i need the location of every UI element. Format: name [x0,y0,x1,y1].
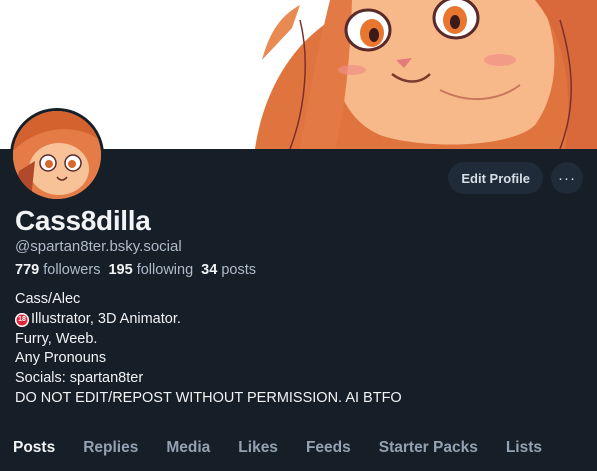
bio-line: 18 Illustrator, 3D Animator. [15,310,402,330]
tab-starter-packs[interactable]: Starter Packs [379,428,478,471]
tab-feeds[interactable]: Feeds [306,428,351,471]
posts-stat: 34 posts [201,262,256,278]
following-count: 195 [108,262,133,278]
following-stat[interactable]: 195 following [108,262,193,278]
tab-replies[interactable]: Replies [83,428,138,471]
profile-handle: @spartan8ter.bsky.social [15,238,182,255]
followers-label: followers [43,262,101,278]
profile-actions: Edit Profile ··· [448,162,583,194]
following-label: following [136,262,194,278]
bio-line: Any Pronouns [15,350,107,367]
followers-stat[interactable]: 779 followers [15,262,100,278]
avatar-image [13,111,101,199]
edit-profile-button[interactable]: Edit Profile [448,162,543,194]
more-options-button[interactable]: ··· [551,162,583,194]
followers-count: 779 [15,262,40,278]
display-name: Cass8dilla [15,205,151,236]
no-under-18-icon: 18 [15,312,29,327]
tab-lists[interactable]: Lists [506,428,542,471]
profile-stats: 779 followers 195 following 34 posts [15,262,256,278]
bio-line: DO NOT EDIT/REPOST WITHOUT PERMISSION. A… [15,389,402,406]
profile-tabs: Posts Replies Media Likes Feeds Starter … [0,428,597,471]
profile-bio: Cass/Alec 18 Illustrator, 3D Animator. Fu… [15,290,402,409]
bio-line-text: Illustrator, 3D Animator. [31,310,181,327]
bio-line: Socials: spartan8ter [15,370,144,387]
bio-line: Furry, Weeb. [15,330,98,347]
ellipsis-icon: ··· [558,169,576,187]
bio-line: Cass/Alec [15,291,81,307]
posts-label: posts [221,262,257,278]
tab-posts[interactable]: Posts [13,428,55,471]
tab-media[interactable]: Media [166,428,210,471]
avatar[interactable] [10,108,104,202]
tab-likes[interactable]: Likes [238,428,278,471]
posts-count: 34 [201,262,218,278]
